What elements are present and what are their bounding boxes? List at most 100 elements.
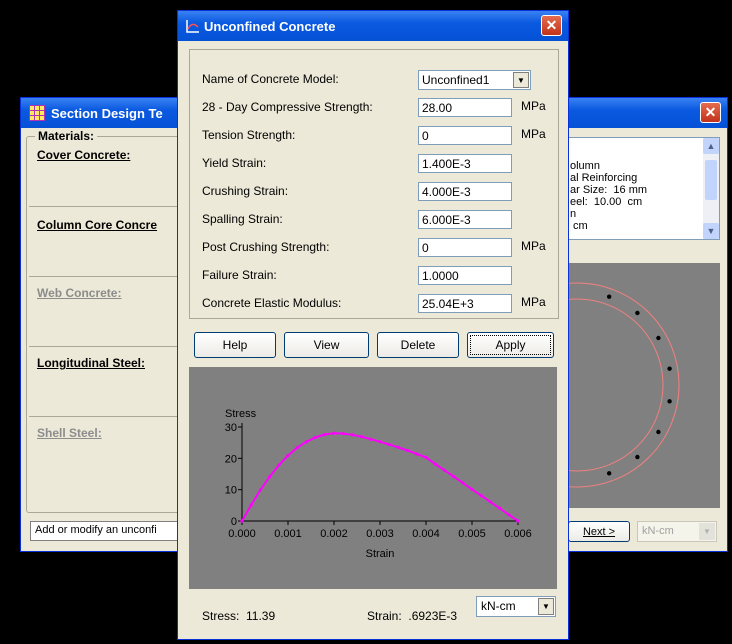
property-input[interactable]: 0 xyxy=(418,126,512,145)
curve-point xyxy=(433,462,437,466)
chevron-down-icon[interactable]: ▼ xyxy=(513,72,529,88)
units-value: kN-cm xyxy=(642,525,674,537)
x-tick-label: 0.003 xyxy=(366,528,394,540)
property-unit: MPa xyxy=(521,99,546,113)
property-unit: MPa xyxy=(521,127,546,141)
grid-app-icon xyxy=(29,105,45,121)
property-label: Crushing Strain: xyxy=(202,184,289,198)
model-name-label: Name of Concrete Model: xyxy=(202,72,339,86)
curve-point xyxy=(461,481,465,485)
curve-point xyxy=(369,437,373,441)
apply-button-label: Apply xyxy=(495,338,526,352)
property-input[interactable]: 25.04E+3 xyxy=(418,294,512,313)
curve-point xyxy=(258,488,262,492)
property-input[interactable]: 6.000E-3 xyxy=(418,210,512,229)
curve-point xyxy=(507,513,511,517)
help-button[interactable]: Help xyxy=(194,332,276,358)
close-icon[interactable]: ✕ xyxy=(700,102,721,123)
property-label: Tension Strength: xyxy=(202,128,296,142)
help-button-label: Help xyxy=(222,338,248,352)
rebar-dot xyxy=(635,454,640,460)
property-row: Concrete Elastic Modulus: 25.04E+3 MPa xyxy=(202,294,552,314)
info-scrollbar[interactable]: ▲ ▼ xyxy=(703,138,719,239)
units-select-value: kN-cm xyxy=(481,599,516,613)
curve-point xyxy=(341,431,345,436)
curve-point xyxy=(470,487,474,491)
model-name-select[interactable]: Unconfined1 ▼ xyxy=(418,70,531,90)
close-icon[interactable]: ✕ xyxy=(541,15,562,36)
curve-point xyxy=(442,468,446,472)
section-designer-title: Section Design Te xyxy=(51,105,163,121)
property-row: Spalling Strain: 6.000E-3 xyxy=(202,210,552,230)
property-unit: MPa xyxy=(521,295,546,309)
stress-readout: Stress: 11.39 xyxy=(202,609,275,623)
y-tick-label: 20 xyxy=(225,453,237,465)
curve-point xyxy=(268,475,272,479)
stress-value: 11.39 xyxy=(246,609,276,623)
property-row: Tension Strength: 0 MPa xyxy=(202,126,552,146)
view-button[interactable]: View xyxy=(284,332,369,358)
x-tick-label: 0.000 xyxy=(228,528,256,540)
curve-point xyxy=(277,463,281,467)
section-preview xyxy=(567,263,720,508)
curve-point xyxy=(350,433,354,437)
chevron-down-icon[interactable]: ▼ xyxy=(538,598,554,615)
model-name-value: Unconfined1 xyxy=(422,73,490,87)
materials-legend: Materials: xyxy=(35,129,98,143)
y-tick-label: 0 xyxy=(231,516,237,528)
curve-point xyxy=(452,474,456,479)
property-label: Yield Strain: xyxy=(202,156,267,170)
property-row: Failure Strain: 1.0000 xyxy=(202,266,552,286)
chevron-down-icon: ▼ xyxy=(699,523,715,540)
curve-point xyxy=(387,442,391,447)
column-core-concrete-link[interactable]: Column Core Concre xyxy=(37,218,157,232)
section-info-text: olumn al Reinforcing ar Size: 16 mm eel:… xyxy=(570,160,648,232)
unconfined-concrete-dialog: Unconfined Concrete ✕ Name of Concrete M… xyxy=(177,10,569,640)
curve-point xyxy=(249,503,253,507)
longitudinal-steel-link[interactable]: Longitudinal Steel: xyxy=(37,356,145,370)
property-unit: MPa xyxy=(521,239,546,253)
scroll-thumb[interactable] xyxy=(705,160,717,200)
properties-group: Name of Concrete Model: Unconfined1 ▼ 28… xyxy=(189,49,559,319)
property-label: Concrete Elastic Modulus: xyxy=(202,296,342,310)
property-input[interactable]: 28.00 xyxy=(418,98,512,117)
curve-point xyxy=(488,500,492,504)
section-circle-drawing xyxy=(567,282,680,488)
curve-point xyxy=(396,445,400,449)
stress-strain-plot: 0.000 0.001 0.002 0.003 0.004 0.005 0.006 0 10 20… xyxy=(189,367,557,589)
curve-point xyxy=(424,455,428,459)
property-input[interactable]: 4.000E-3 xyxy=(418,182,512,201)
rebar-dot xyxy=(606,294,612,299)
scroll-up-icon[interactable]: ▲ xyxy=(703,138,719,154)
rebar-dot xyxy=(656,429,661,435)
units-select[interactable]: kN-cm ▼ xyxy=(476,596,556,617)
curve-point xyxy=(332,431,336,435)
web-concrete-link: Web Concrete: xyxy=(37,286,122,300)
cover-concrete-link[interactable]: Cover Concrete: xyxy=(37,148,130,162)
x-tick-label: 0.004 xyxy=(412,528,440,540)
property-input[interactable]: 1.400E-3 xyxy=(418,154,512,173)
property-input[interactable]: 0 xyxy=(418,238,512,257)
delete-button[interactable]: Delete xyxy=(377,332,459,358)
stress-strain-icon xyxy=(186,19,200,33)
next-button[interactable]: Next > xyxy=(568,521,630,542)
scroll-down-icon[interactable]: ▼ xyxy=(703,223,719,239)
property-input[interactable]: 1.0000 xyxy=(418,266,512,285)
curve-point xyxy=(360,435,364,439)
rebar-dot xyxy=(667,366,672,371)
apply-button[interactable]: Apply xyxy=(467,332,554,358)
curve-point xyxy=(516,519,520,523)
property-label: 28 - Day Compressive Strength: xyxy=(202,100,373,114)
curve-point xyxy=(415,452,419,456)
strain-value: .6923E-3 xyxy=(408,609,458,623)
y-tick-label: 10 xyxy=(225,485,237,497)
x-tick-label: 0.006 xyxy=(504,528,532,540)
curve-point xyxy=(304,440,308,444)
x-tick-label: 0.002 xyxy=(320,528,348,540)
dialog-titlebar[interactable]: Unconfined Concrete xyxy=(178,11,568,41)
x-tick-label: 0.001 xyxy=(274,528,302,540)
section-info-list[interactable]: olumn al Reinforcing ar Size: 16 mm eel:… xyxy=(567,137,720,240)
x-tick-label: 0.005 xyxy=(458,528,486,540)
units-select-background: kN-cm ▼ xyxy=(637,521,717,542)
stress-label: Stress: xyxy=(202,609,240,623)
